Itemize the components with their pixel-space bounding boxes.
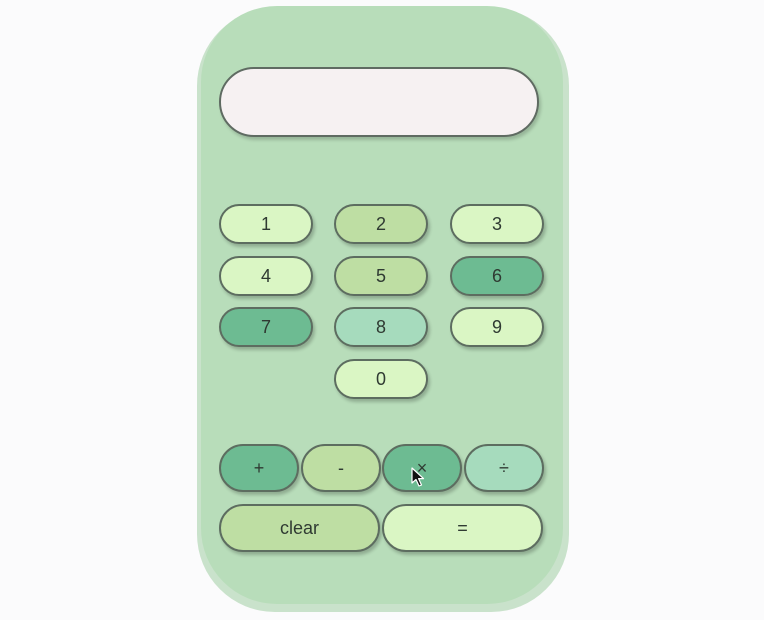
- digit-0-button[interactable]: 0: [334, 359, 428, 399]
- digit-3-button[interactable]: 3: [450, 204, 544, 244]
- digit-9-button[interactable]: 9: [450, 307, 544, 347]
- calculator-app: 1 2 3 4 5 6 7 8 9 0 + - × ÷ clear =: [0, 0, 764, 620]
- digit-6-button[interactable]: 6: [450, 256, 544, 296]
- digit-7-button[interactable]: 7: [219, 307, 313, 347]
- add-button[interactable]: +: [219, 444, 299, 492]
- digit-8-button[interactable]: 8: [334, 307, 428, 347]
- digit-2-button[interactable]: 2: [334, 204, 428, 244]
- digit-4-button[interactable]: 4: [219, 256, 313, 296]
- clear-button[interactable]: clear: [219, 504, 380, 552]
- subtract-button[interactable]: -: [301, 444, 381, 492]
- digit-5-button[interactable]: 5: [334, 256, 428, 296]
- digit-1-button[interactable]: 1: [219, 204, 313, 244]
- calculator-display: [219, 67, 539, 137]
- equals-button[interactable]: =: [382, 504, 543, 552]
- divide-button[interactable]: ÷: [464, 444, 544, 492]
- arrow-pointer-icon: [411, 467, 425, 487]
